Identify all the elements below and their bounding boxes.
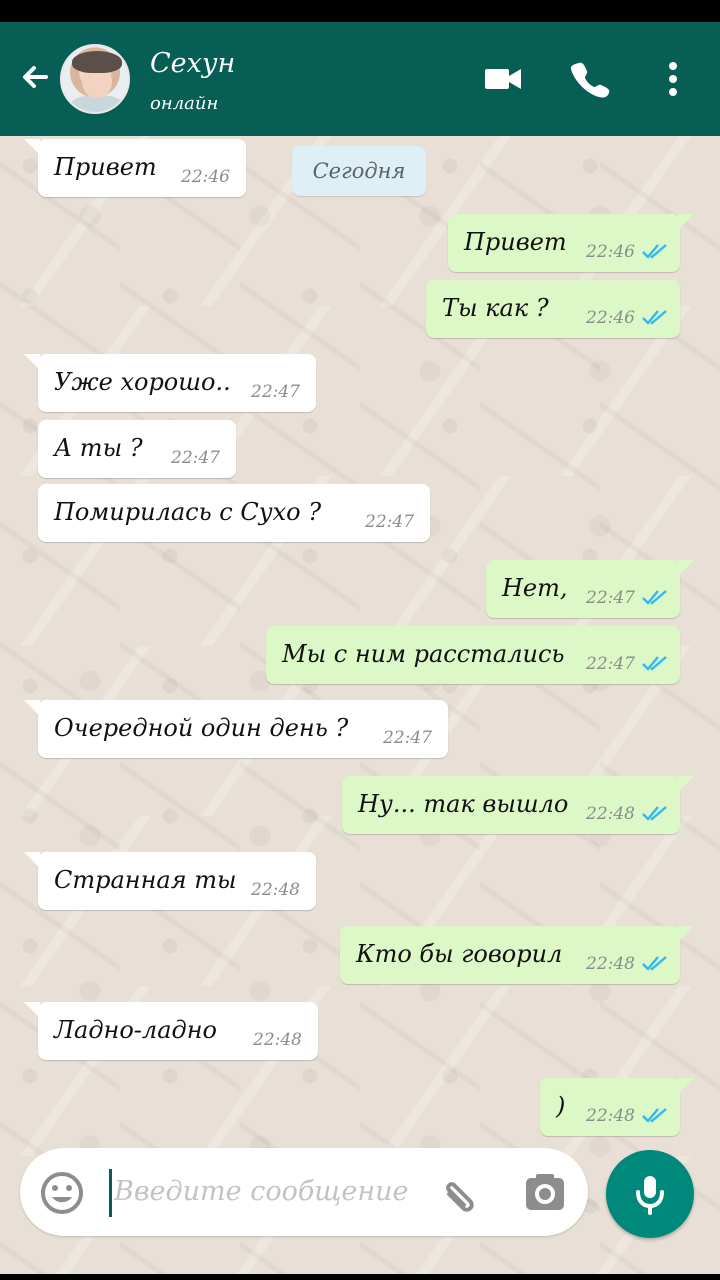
contact-name[interactable]: Сехун [150, 44, 235, 84]
microphone-button[interactable] [606, 1150, 694, 1238]
message-time: 22:48 [253, 1030, 302, 1050]
message-time: 22:47 [586, 588, 635, 608]
message-bubble[interactable]: Ты как ? 22:46 [426, 280, 680, 338]
chat-header: Сехун онлайн [0, 22, 720, 136]
paperclip-icon[interactable] [432, 1170, 480, 1218]
message-time: 22:46 [181, 167, 230, 187]
message-text: Нет, [502, 574, 568, 602]
more-vertical-icon[interactable] [650, 56, 696, 102]
message-time: 22:48 [586, 1106, 635, 1126]
double-check-icon [642, 806, 667, 821]
contact-status: онлайн [150, 93, 219, 114]
message-text: Привет [464, 228, 567, 256]
message-time: 22:47 [365, 512, 414, 532]
camera-icon[interactable] [520, 1170, 570, 1216]
message-input[interactable]: Введите сообщение [114, 1170, 408, 1214]
avatar-hair [72, 51, 122, 73]
message-bubble[interactable]: Привет 22:46 [24, 139, 246, 197]
message-bubble[interactable]: Уже хорошо.. 22:47 [24, 354, 316, 412]
message-bubble[interactable]: ) 22:48 [540, 1078, 694, 1136]
status-bar [0, 0, 720, 22]
message-text: ) [556, 1092, 566, 1120]
text-cursor [109, 1169, 112, 1217]
message-bubble[interactable]: Ну... так вышло 22:48 [342, 776, 694, 834]
message-text: Ладно-ладно [54, 1016, 217, 1044]
voice-call-icon[interactable] [566, 56, 612, 102]
chat-thread[interactable]: Сегодня Привет 22:46 Привет 22:46 Ты как… [0, 136, 720, 1274]
back-arrow-icon[interactable] [18, 60, 52, 94]
message-text: Помирилась с Сухо ? [54, 498, 322, 526]
message-text: Мы с ним расстались [282, 640, 565, 668]
video-call-icon[interactable] [480, 56, 526, 102]
message-text: Странная ты [54, 866, 237, 894]
date-divider: Сегодня [292, 146, 426, 196]
emoji-icon[interactable] [38, 1169, 86, 1217]
message-bubble[interactable]: Помирилась с Сухо ? 22:47 [38, 484, 430, 542]
message-time: 22:46 [586, 308, 635, 328]
message-bubble[interactable]: Привет 22:46 [448, 214, 694, 272]
message-time: 22:47 [586, 654, 635, 674]
message-text: Кто бы говорил [356, 940, 563, 968]
message-bubble[interactable]: А ты ? 22:47 [38, 420, 236, 478]
double-check-icon [642, 590, 667, 605]
message-text: Привет [54, 153, 157, 181]
double-check-icon [642, 310, 667, 325]
message-text: Очередной один день ? [54, 714, 349, 742]
message-time: 22:47 [383, 728, 432, 748]
message-bubble[interactable]: Кто бы говорил 22:48 [340, 926, 694, 984]
message-bubble[interactable]: Нет, 22:47 [486, 560, 694, 618]
double-check-icon [642, 956, 667, 971]
contact-avatar[interactable] [60, 44, 130, 114]
microphone-icon [636, 1176, 664, 1215]
message-text: Ты как ? [442, 294, 549, 322]
message-composer[interactable]: Введите сообщение [20, 1148, 588, 1236]
message-text: Ну... так вышло [358, 790, 569, 818]
system-bottom-bar [0, 1274, 720, 1280]
message-text: Уже хорошо.. [54, 368, 231, 396]
double-check-icon [642, 656, 667, 671]
message-time: 22:48 [586, 954, 635, 974]
double-check-icon [642, 244, 667, 259]
double-check-icon [642, 1108, 667, 1123]
message-text: А ты ? [54, 434, 143, 462]
message-time: 22:48 [251, 880, 300, 900]
message-bubble[interactable]: Мы с ним расстались 22:47 [266, 626, 680, 684]
message-bubble[interactable]: Ладно-ладно 22:48 [24, 1002, 318, 1060]
message-time: 22:47 [251, 382, 300, 402]
message-bubble[interactable]: Странная ты 22:48 [24, 852, 316, 910]
message-time: 22:47 [171, 448, 220, 468]
message-time: 22:48 [586, 804, 635, 824]
message-bubble[interactable]: Очередной один день ? 22:47 [24, 700, 448, 758]
message-time: 22:46 [586, 242, 635, 262]
